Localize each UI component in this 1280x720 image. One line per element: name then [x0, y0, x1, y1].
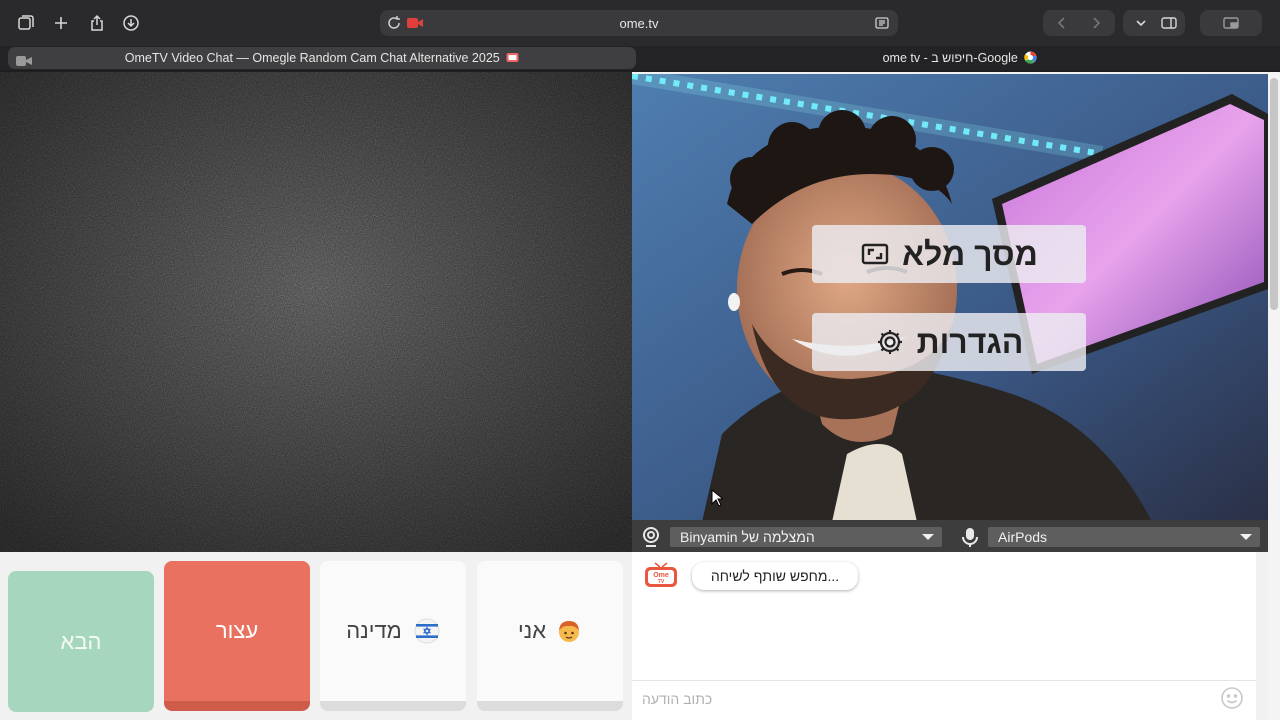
message-input[interactable]	[642, 688, 752, 710]
back-icon[interactable]	[1053, 14, 1071, 32]
stop-button[interactable]: עצור	[164, 561, 310, 711]
forward-icon[interactable]	[1087, 14, 1105, 32]
webcam-icon	[640, 526, 662, 548]
tab-bar: OmeTV Video Chat — Omegle Random Cam Cha…	[0, 46, 1280, 70]
fullscreen-button[interactable]: מסך מלא	[812, 225, 1086, 283]
status-message: מחפש שותף לשיחה...	[692, 562, 858, 590]
country-button[interactable]: מדינה	[320, 561, 466, 711]
pip-control	[1200, 10, 1262, 36]
logo-text-top: Ome	[653, 572, 669, 579]
boy-emoji-icon	[556, 618, 582, 644]
mic-select-value: AirPods	[998, 529, 1048, 545]
gear-icon	[875, 327, 905, 357]
tab-tools	[1123, 10, 1185, 36]
browser-toolbar: ome.tv	[0, 0, 1280, 46]
tab-ometv[interactable]: OmeTV Video Chat — Omegle Random Cam Cha…	[8, 47, 636, 69]
mouse-cursor-icon	[711, 488, 725, 507]
fullscreen-icon	[860, 239, 890, 269]
url-text: ome.tv	[619, 16, 659, 31]
me-label: אני	[517, 618, 547, 643]
settings-label: הגדרות	[916, 323, 1024, 360]
sidebar-icon[interactable]	[1157, 11, 1181, 35]
israel-flag-icon	[414, 618, 440, 644]
self-video	[632, 74, 1268, 522]
dropdown-icon[interactable]	[1129, 11, 1153, 35]
device-bar: Binyamin המצלמה של AirPods	[632, 520, 1268, 552]
page-scrollbar[interactable]	[1268, 72, 1280, 720]
tab-title: OmeTV Video Chat — Omegle Random Cam Cha…	[8, 51, 636, 65]
next-button[interactable]: הבא	[8, 571, 154, 712]
fullscreen-label: מסך מלא	[902, 235, 1038, 272]
partner-video	[0, 72, 632, 552]
stop-label: עצור	[215, 618, 259, 643]
google-icon	[1024, 51, 1037, 64]
chat-panel: Ome TV מחפש שותף לשיחה...	[632, 552, 1256, 720]
page-content: מסך מלא הגדרות Binyamin המצלמה של AirPod…	[0, 72, 1268, 720]
settings-button[interactable]: הגדרות	[812, 313, 1086, 371]
ometv-logo-icon: Ome TV	[644, 562, 678, 588]
tv-favicon-icon	[506, 51, 519, 64]
address-bar[interactable]: ome.tv	[380, 10, 898, 36]
emoji-icon[interactable]	[1220, 686, 1244, 710]
microphone-select[interactable]: AirPods	[988, 527, 1260, 547]
reader-icon[interactable]	[874, 15, 890, 31]
chat-divider	[632, 680, 1256, 681]
share-icon[interactable]	[85, 11, 109, 35]
chevron-down-icon	[922, 534, 934, 540]
downloads-icon[interactable]	[119, 11, 143, 35]
logo-text-bottom: TV	[658, 579, 665, 585]
new-tab-icon[interactable]	[49, 11, 73, 35]
next-label: הבא	[60, 628, 102, 654]
scroll-thumb[interactable]	[1270, 78, 1278, 310]
sidebar-tabs-icon[interactable]	[14, 11, 38, 35]
me-button[interactable]: אני	[477, 561, 623, 711]
chevron-down-icon	[1240, 534, 1252, 540]
camera-select[interactable]: Binyamin המצלמה של	[670, 527, 942, 547]
camera-select-value: Binyamin המצלמה של	[680, 529, 815, 545]
tab-google[interactable]: ome tv - חיפוש ב-Google	[640, 51, 1280, 65]
history-nav	[1043, 10, 1115, 36]
microphone-icon	[959, 526, 981, 548]
country-label: מדינה	[346, 618, 402, 643]
picture-in-picture-icon[interactable]	[1219, 11, 1243, 35]
